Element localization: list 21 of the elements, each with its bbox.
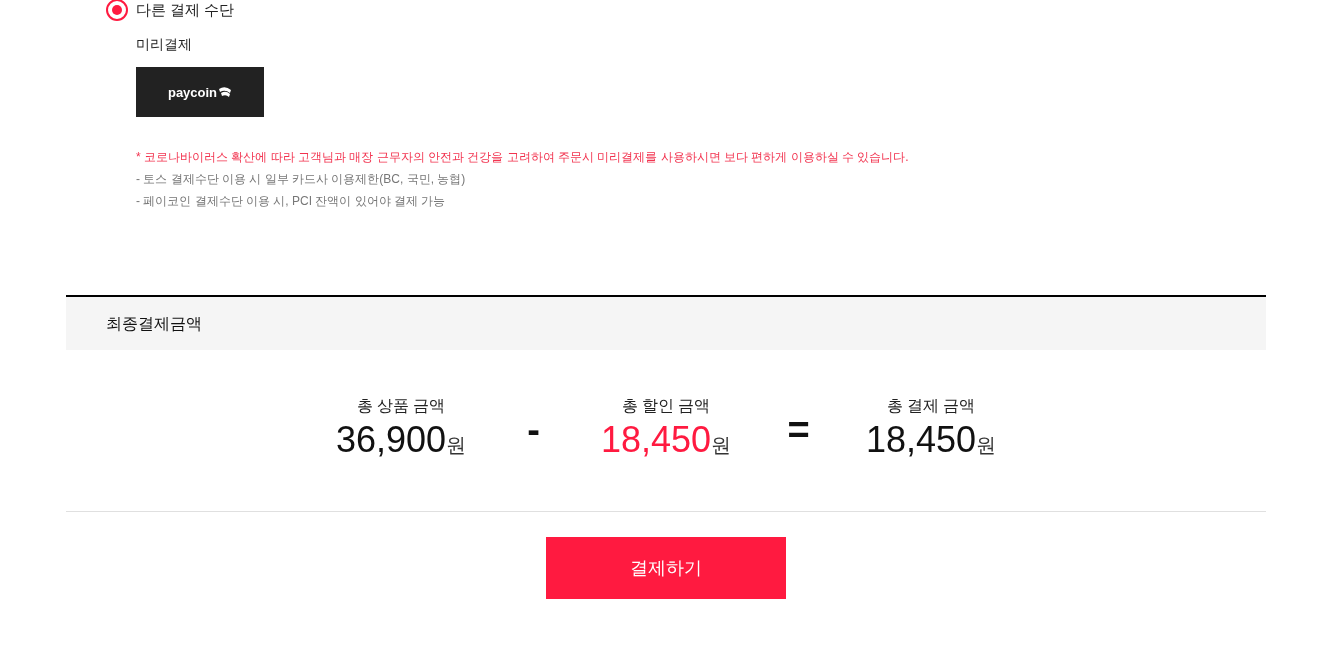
operator-sign: = — [787, 408, 810, 453]
warning-notice-text: * 코로나바이러스 확산에 따라 고객님과 매장 근무자의 안전과 건강을 고려하여 주문시 미리결제를 사용하시면 보다 편하게 이용하실 수 있습니다. — [136, 149, 909, 166]
swoosh-icon — [218, 86, 233, 98]
amount-value: 36,900 — [335, 418, 447, 462]
amount-value: 18,450 — [865, 418, 977, 462]
amount-label: 총 상품 금액 — [356, 396, 446, 416]
amount-label: 총 결제 금액 — [886, 396, 976, 416]
amount-label: 총 할인 금액 — [621, 396, 711, 416]
summary-title: 최종결제금액 — [106, 313, 202, 334]
pay-button[interactable]: 결제하기 — [546, 537, 786, 599]
currency-unit: 원 — [446, 433, 467, 457]
radio-label: 다른 결제 수단 — [136, 0, 235, 20]
currency-unit: 원 — [711, 433, 732, 457]
currency-unit: 원 — [976, 433, 997, 457]
amount-value: 18,450 — [600, 418, 712, 462]
prepay-title: 미리결제 — [136, 35, 192, 54]
note-text: - 페이코인 결제수단 이용 시, PCI 잔액이 있어야 결제 가능 — [136, 193, 446, 210]
operator-sign: - — [527, 408, 540, 453]
paycoin-button[interactable]: paycoin — [136, 67, 264, 117]
note-text: - 토스 결제수단 이용 시 일부 카드사 이용제한(BC, 국민, 농협) — [136, 171, 466, 188]
radio-button[interactable] — [106, 0, 128, 21]
